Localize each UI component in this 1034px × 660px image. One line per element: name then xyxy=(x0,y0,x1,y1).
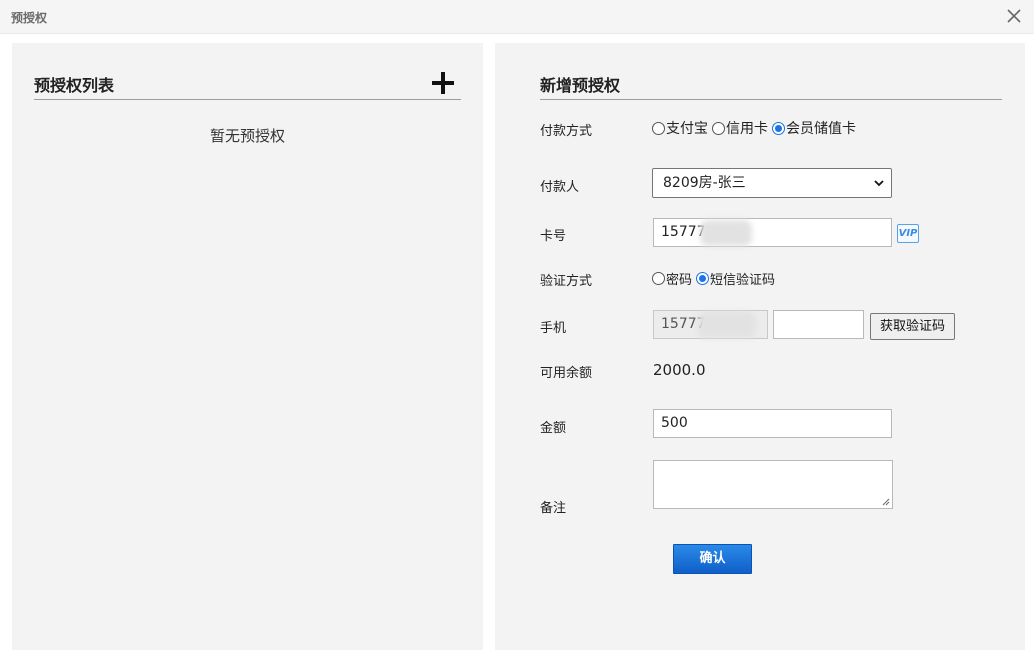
get-code-button[interactable]: 获取验证码 xyxy=(870,313,955,340)
radio-button-icon[interactable] xyxy=(652,272,665,285)
radio-member-card-label: 会员储值卡 xyxy=(786,121,856,137)
radio-password-label: 密码 xyxy=(666,273,693,288)
amount-input[interactable]: 500 xyxy=(653,409,892,438)
radio-button-icon[interactable] xyxy=(652,121,665,135)
sms-code-input[interactable] xyxy=(773,310,864,339)
chevron-down-icon xyxy=(874,180,884,187)
preauth-list-panel: 预授权列表 暂无预授权 xyxy=(12,43,483,650)
card-number-input[interactable]: 15777 xyxy=(653,218,892,247)
payment-method-label: 付款方式 xyxy=(540,124,593,139)
balance-value: 2000.0 xyxy=(653,361,706,379)
confirm-button[interactable]: 确认 xyxy=(673,544,752,574)
radio-button-checked-icon[interactable] xyxy=(696,272,710,285)
dialog-titlebar: 预授权 xyxy=(0,0,1034,34)
preauth-list-title: 预授权列表 xyxy=(34,76,115,95)
radio-button-checked-icon[interactable] xyxy=(772,121,785,135)
redaction-blur xyxy=(698,312,756,338)
payer-label: 付款人 xyxy=(540,180,580,195)
vip-badge-icon: VIP xyxy=(897,224,919,243)
card-number-label: 卡号 xyxy=(540,229,567,244)
verify-method-radios: 密码 短信验证码 xyxy=(652,269,775,288)
plus-icon[interactable] xyxy=(431,71,455,95)
radio-credit-card-label: 信用卡 xyxy=(726,121,768,137)
amount-label: 金额 xyxy=(540,421,567,436)
divider xyxy=(540,99,1002,100)
divider xyxy=(34,99,461,100)
new-preauth-title: 新增预授权 xyxy=(540,76,621,95)
radio-member-card[interactable]: 会员储值卡 xyxy=(772,118,856,138)
redaction-blur xyxy=(700,220,752,246)
radio-credit-card[interactable]: 信用卡 xyxy=(712,118,768,138)
remark-label: 备注 xyxy=(540,501,567,516)
new-preauth-panel: 新增预授权 付款方式 支付宝 信用卡 会员储值卡 付款人 8209房-张三 卡号… xyxy=(495,43,1025,650)
dialog-title: 预授权 xyxy=(11,11,48,25)
radio-alipay-label: 支付宝 xyxy=(666,121,708,137)
radio-sms-code-label: 短信验证码 xyxy=(710,273,776,288)
radio-password[interactable]: 密码 xyxy=(652,269,692,288)
amount-value: 500 xyxy=(661,415,688,431)
card-number-value: 15777 xyxy=(661,224,706,240)
close-icon[interactable] xyxy=(1004,6,1024,26)
payer-select-value: 8209房-张三 xyxy=(663,175,746,191)
resize-grip-icon[interactable] xyxy=(882,498,890,506)
verify-method-label: 验证方式 xyxy=(540,274,593,289)
radio-sms-code[interactable]: 短信验证码 xyxy=(696,269,775,288)
remark-textarea[interactable] xyxy=(653,460,893,509)
radio-button-icon[interactable] xyxy=(712,121,725,135)
empty-state-text: 暂无预授权 xyxy=(209,127,285,145)
radio-alipay[interactable]: 支付宝 xyxy=(652,118,708,138)
payer-select[interactable]: 8209房-张三 xyxy=(652,168,892,198)
balance-label: 可用余额 xyxy=(540,366,593,381)
phone-label: 手机 xyxy=(540,321,567,336)
payment-method-radios: 支付宝 信用卡 会员储值卡 xyxy=(652,118,856,138)
